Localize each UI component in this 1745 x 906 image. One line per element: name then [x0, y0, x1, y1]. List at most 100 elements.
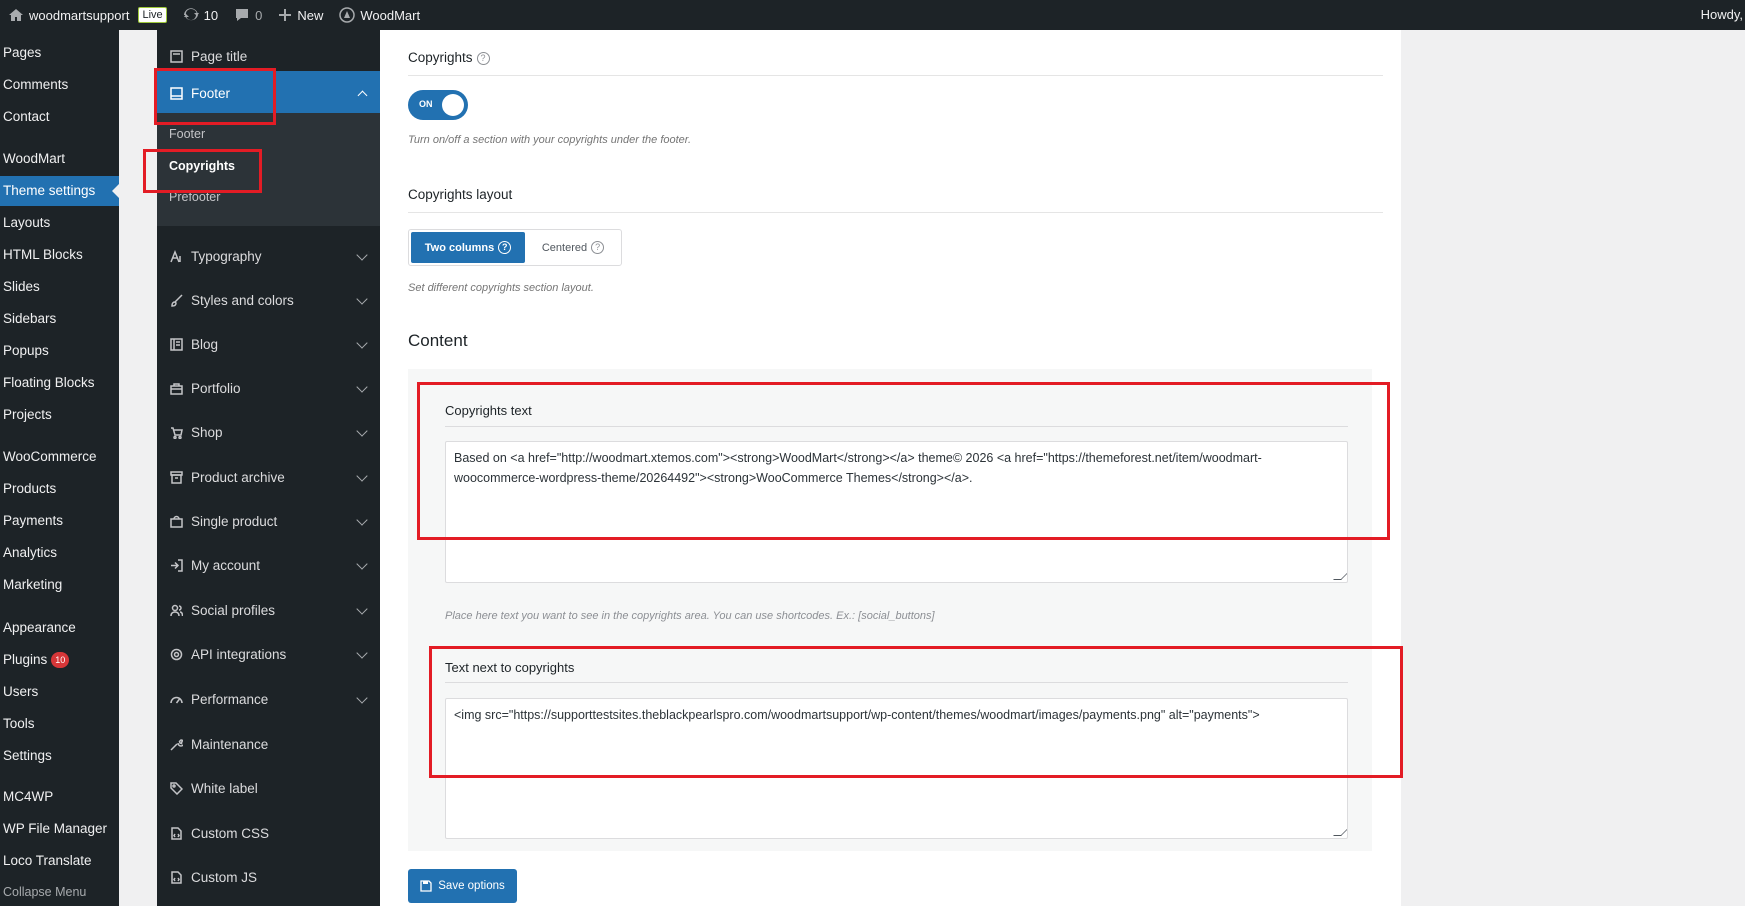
nav-maintenance[interactable]: Maintenance	[157, 722, 380, 767]
tag-icon	[169, 782, 183, 796]
plugins-count-badge: 10	[51, 652, 70, 668]
nav-portfolio-label: Portfolio	[191, 381, 241, 396]
menu-wp-file-manager[interactable]: WP File Manager	[0, 814, 119, 844]
blog-icon	[169, 338, 183, 352]
page-title-icon	[169, 50, 183, 64]
nav-api-label: API integrations	[191, 647, 287, 662]
wrench-icon	[169, 738, 183, 752]
resize-handle-icon[interactable]	[1333, 572, 1347, 580]
layout-field-title: Copyrights layout	[408, 187, 513, 202]
two-columns-label: Two columns	[424, 241, 495, 254]
menu-sidebars[interactable]: Sidebars	[0, 304, 119, 334]
nav-shop[interactable]: Shop	[157, 410, 380, 455]
menu-users[interactable]: Users	[0, 677, 119, 707]
copyrights-toggle[interactable]: ON	[408, 90, 468, 120]
nav-styles-colors[interactable]: Styles and colors	[157, 278, 380, 323]
menu-html-blocks[interactable]: HTML Blocks	[0, 240, 119, 270]
menu-layouts[interactable]: Layouts	[0, 208, 119, 238]
menu-woocommerce[interactable]: WooCommerce	[0, 442, 119, 472]
admin-bar: woodmartsupport Live 10 0 New WoodMart H…	[0, 0, 1745, 30]
menu-slides[interactable]: Slides	[0, 272, 119, 302]
nav-product-archive[interactable]: Product archive	[157, 455, 380, 500]
copyrights-title: Copyrights	[408, 50, 473, 65]
help-icon[interactable]: ?	[476, 52, 490, 65]
menu-marketing[interactable]: Marketing	[0, 570, 119, 600]
nav-single-product-label: Single product	[191, 514, 278, 529]
live-badge: Live	[138, 7, 167, 23]
howdy-account[interactable]: Howdy,	[1701, 0, 1745, 30]
menu-comments[interactable]: Comments	[0, 70, 119, 100]
save-options-label: Save options	[438, 880, 505, 892]
chevron-down-icon	[356, 381, 368, 393]
content-heading: Content	[408, 331, 468, 350]
nav-my-account[interactable]: My account	[157, 543, 380, 588]
resize-handle-icon[interactable]	[1333, 828, 1347, 836]
wp-admin-menu: Pages Comments Contact WoodMart Theme se…	[0, 30, 119, 906]
menu-popups[interactable]: Popups	[0, 336, 119, 366]
chevron-down-icon	[356, 337, 368, 349]
comments-link[interactable]: 0	[226, 0, 270, 30]
login-icon	[169, 559, 183, 573]
menu-products[interactable]: Products	[0, 474, 119, 504]
highlight-copyrights-subnav	[143, 149, 262, 193]
nav-white-label[interactable]: White label	[157, 766, 380, 811]
save-icon	[420, 880, 432, 892]
nav-styles-label: Styles and colors	[191, 293, 294, 308]
chevron-down-icon	[356, 647, 368, 659]
site-link[interactable]: woodmartsupport Live	[0, 0, 175, 30]
layout-two-columns-button[interactable]: Two columns?	[411, 232, 525, 263]
nav-typography[interactable]: Typography	[157, 234, 380, 279]
copyrights-field-title: Copyrights?	[408, 50, 490, 65]
code-file-icon	[169, 871, 183, 885]
menu-tools[interactable]: Tools	[0, 709, 119, 739]
menu-contact[interactable]: Contact	[0, 102, 119, 132]
menu-pages[interactable]: Pages	[0, 38, 119, 68]
nav-api-integrations[interactable]: API integrations	[157, 632, 380, 677]
copyrights-text-description: Place here text you want to see in the c…	[445, 610, 935, 622]
new-link[interactable]: New	[270, 0, 331, 30]
menu-woodmart[interactable]: WoodMart	[0, 144, 119, 174]
comments-count: 0	[255, 7, 263, 23]
comment-icon	[236, 9, 249, 21]
gear-icon	[169, 648, 183, 662]
menu-plugins-label: Plugins	[3, 652, 48, 667]
layout-centered-button[interactable]: Centered?	[527, 232, 619, 263]
chevron-down-icon	[356, 425, 368, 437]
save-options-button[interactable]: Save options	[408, 869, 517, 903]
menu-analytics[interactable]: Analytics	[0, 538, 119, 568]
help-icon[interactable]: ?	[591, 241, 605, 254]
chevron-down-icon	[356, 692, 368, 704]
woodmart-link[interactable]: WoodMart	[331, 0, 428, 30]
site-name: woodmartsupport	[29, 7, 130, 23]
subnav-footer[interactable]: Footer	[169, 127, 205, 141]
menu-projects[interactable]: Projects	[0, 400, 119, 430]
collapse-menu[interactable]: Collapse Menu	[0, 877, 119, 906]
nav-custom-css[interactable]: Custom CSS	[157, 811, 380, 856]
briefcase-icon	[169, 382, 183, 396]
menu-mc4wp[interactable]: MC4WP	[0, 782, 119, 812]
menu-plugins[interactable]: Plugins 10	[0, 645, 119, 675]
menu-appearance[interactable]: Appearance	[0, 613, 119, 643]
menu-loco-translate[interactable]: Loco Translate	[0, 846, 119, 876]
nav-performance[interactable]: Performance	[157, 677, 380, 722]
menu-settings[interactable]: Settings	[0, 741, 119, 771]
layout-button-group: Two columns? Centered?	[408, 229, 622, 266]
nav-single-product[interactable]: Single product	[157, 499, 380, 544]
menu-floating-blocks[interactable]: Floating Blocks	[0, 368, 119, 398]
nav-custom-js[interactable]: Custom JS	[157, 855, 380, 900]
nav-shop-label: Shop	[191, 425, 223, 440]
menu-theme-settings[interactable]: Theme settings	[0, 176, 119, 206]
nav-page-title-label: Page title	[191, 49, 248, 64]
brush-icon	[169, 294, 183, 308]
nav-portfolio[interactable]: Portfolio	[157, 366, 380, 411]
menu-payments[interactable]: Payments	[0, 506, 119, 536]
nav-custom-js-label: Custom JS	[191, 870, 258, 885]
nav-social-profiles-label: Social profiles	[191, 603, 276, 618]
nav-social-profiles[interactable]: Social profiles	[157, 588, 380, 633]
updates-link[interactable]: 10	[175, 0, 226, 30]
divider	[408, 212, 1383, 213]
highlight-next-text	[429, 646, 1403, 778]
help-icon[interactable]: ?	[498, 241, 512, 254]
nav-blog[interactable]: Blog	[157, 322, 380, 367]
chevron-down-icon	[356, 470, 368, 482]
